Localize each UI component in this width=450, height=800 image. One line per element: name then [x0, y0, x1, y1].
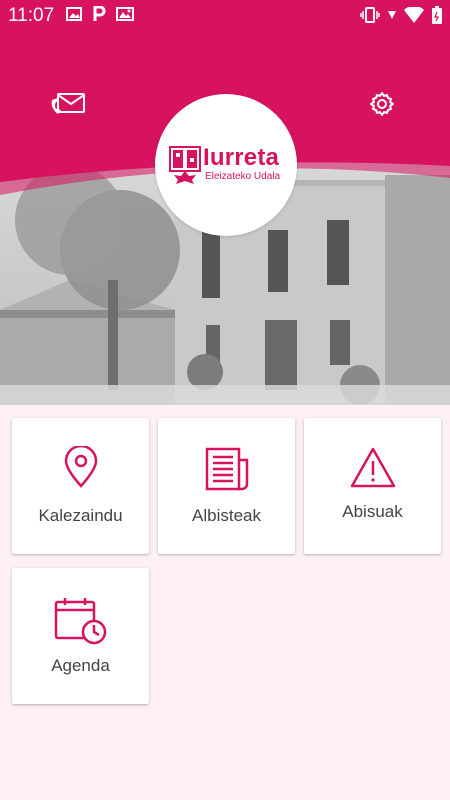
logo-title: Iurreta: [203, 144, 280, 171]
wifi-icon: [404, 7, 424, 23]
settings-button[interactable]: [362, 84, 402, 124]
vibrate-icon: [360, 7, 380, 23]
signal-icon: [388, 11, 396, 19]
location-pin-icon: [64, 446, 97, 488]
mail-phone-icon: [51, 93, 85, 114]
calendar-clock-icon: [54, 598, 106, 645]
photo-icon: [116, 7, 134, 21]
warning-icon: [350, 447, 395, 488]
status-left-icons: [66, 6, 134, 22]
status-bar: 11:07: [0, 0, 450, 32]
menu-card-label: Agenda: [51, 656, 110, 675]
newspaper-icon: [205, 447, 248, 491]
menu-card-label: Albisteak: [192, 506, 261, 525]
menu-card-albisteak[interactable]: Albisteak: [158, 418, 295, 554]
menu-card-abisuak[interactable]: Abisuak: [304, 418, 441, 554]
gear-icon: [370, 92, 394, 116]
menu-card-label: Kalezaindu: [38, 506, 123, 525]
menu-card-agenda[interactable]: Agenda: [12, 568, 149, 704]
contact-button[interactable]: [48, 84, 88, 124]
coat-of-arms-icon: [169, 146, 201, 184]
menu-card-kalezaindu[interactable]: Kalezaindu: [12, 418, 149, 554]
logo-badge: Iurreta Eleizateko Udala: [155, 94, 297, 236]
logo-subtitle: Eleizateko Udala: [205, 171, 281, 182]
image-icon: [66, 7, 82, 21]
menu-card-label: Abisuak: [342, 502, 403, 521]
status-time: 11:07: [8, 5, 55, 26]
parking-icon: [93, 6, 106, 21]
status-right-icons: [360, 6, 442, 24]
battery-icon: [432, 6, 442, 24]
